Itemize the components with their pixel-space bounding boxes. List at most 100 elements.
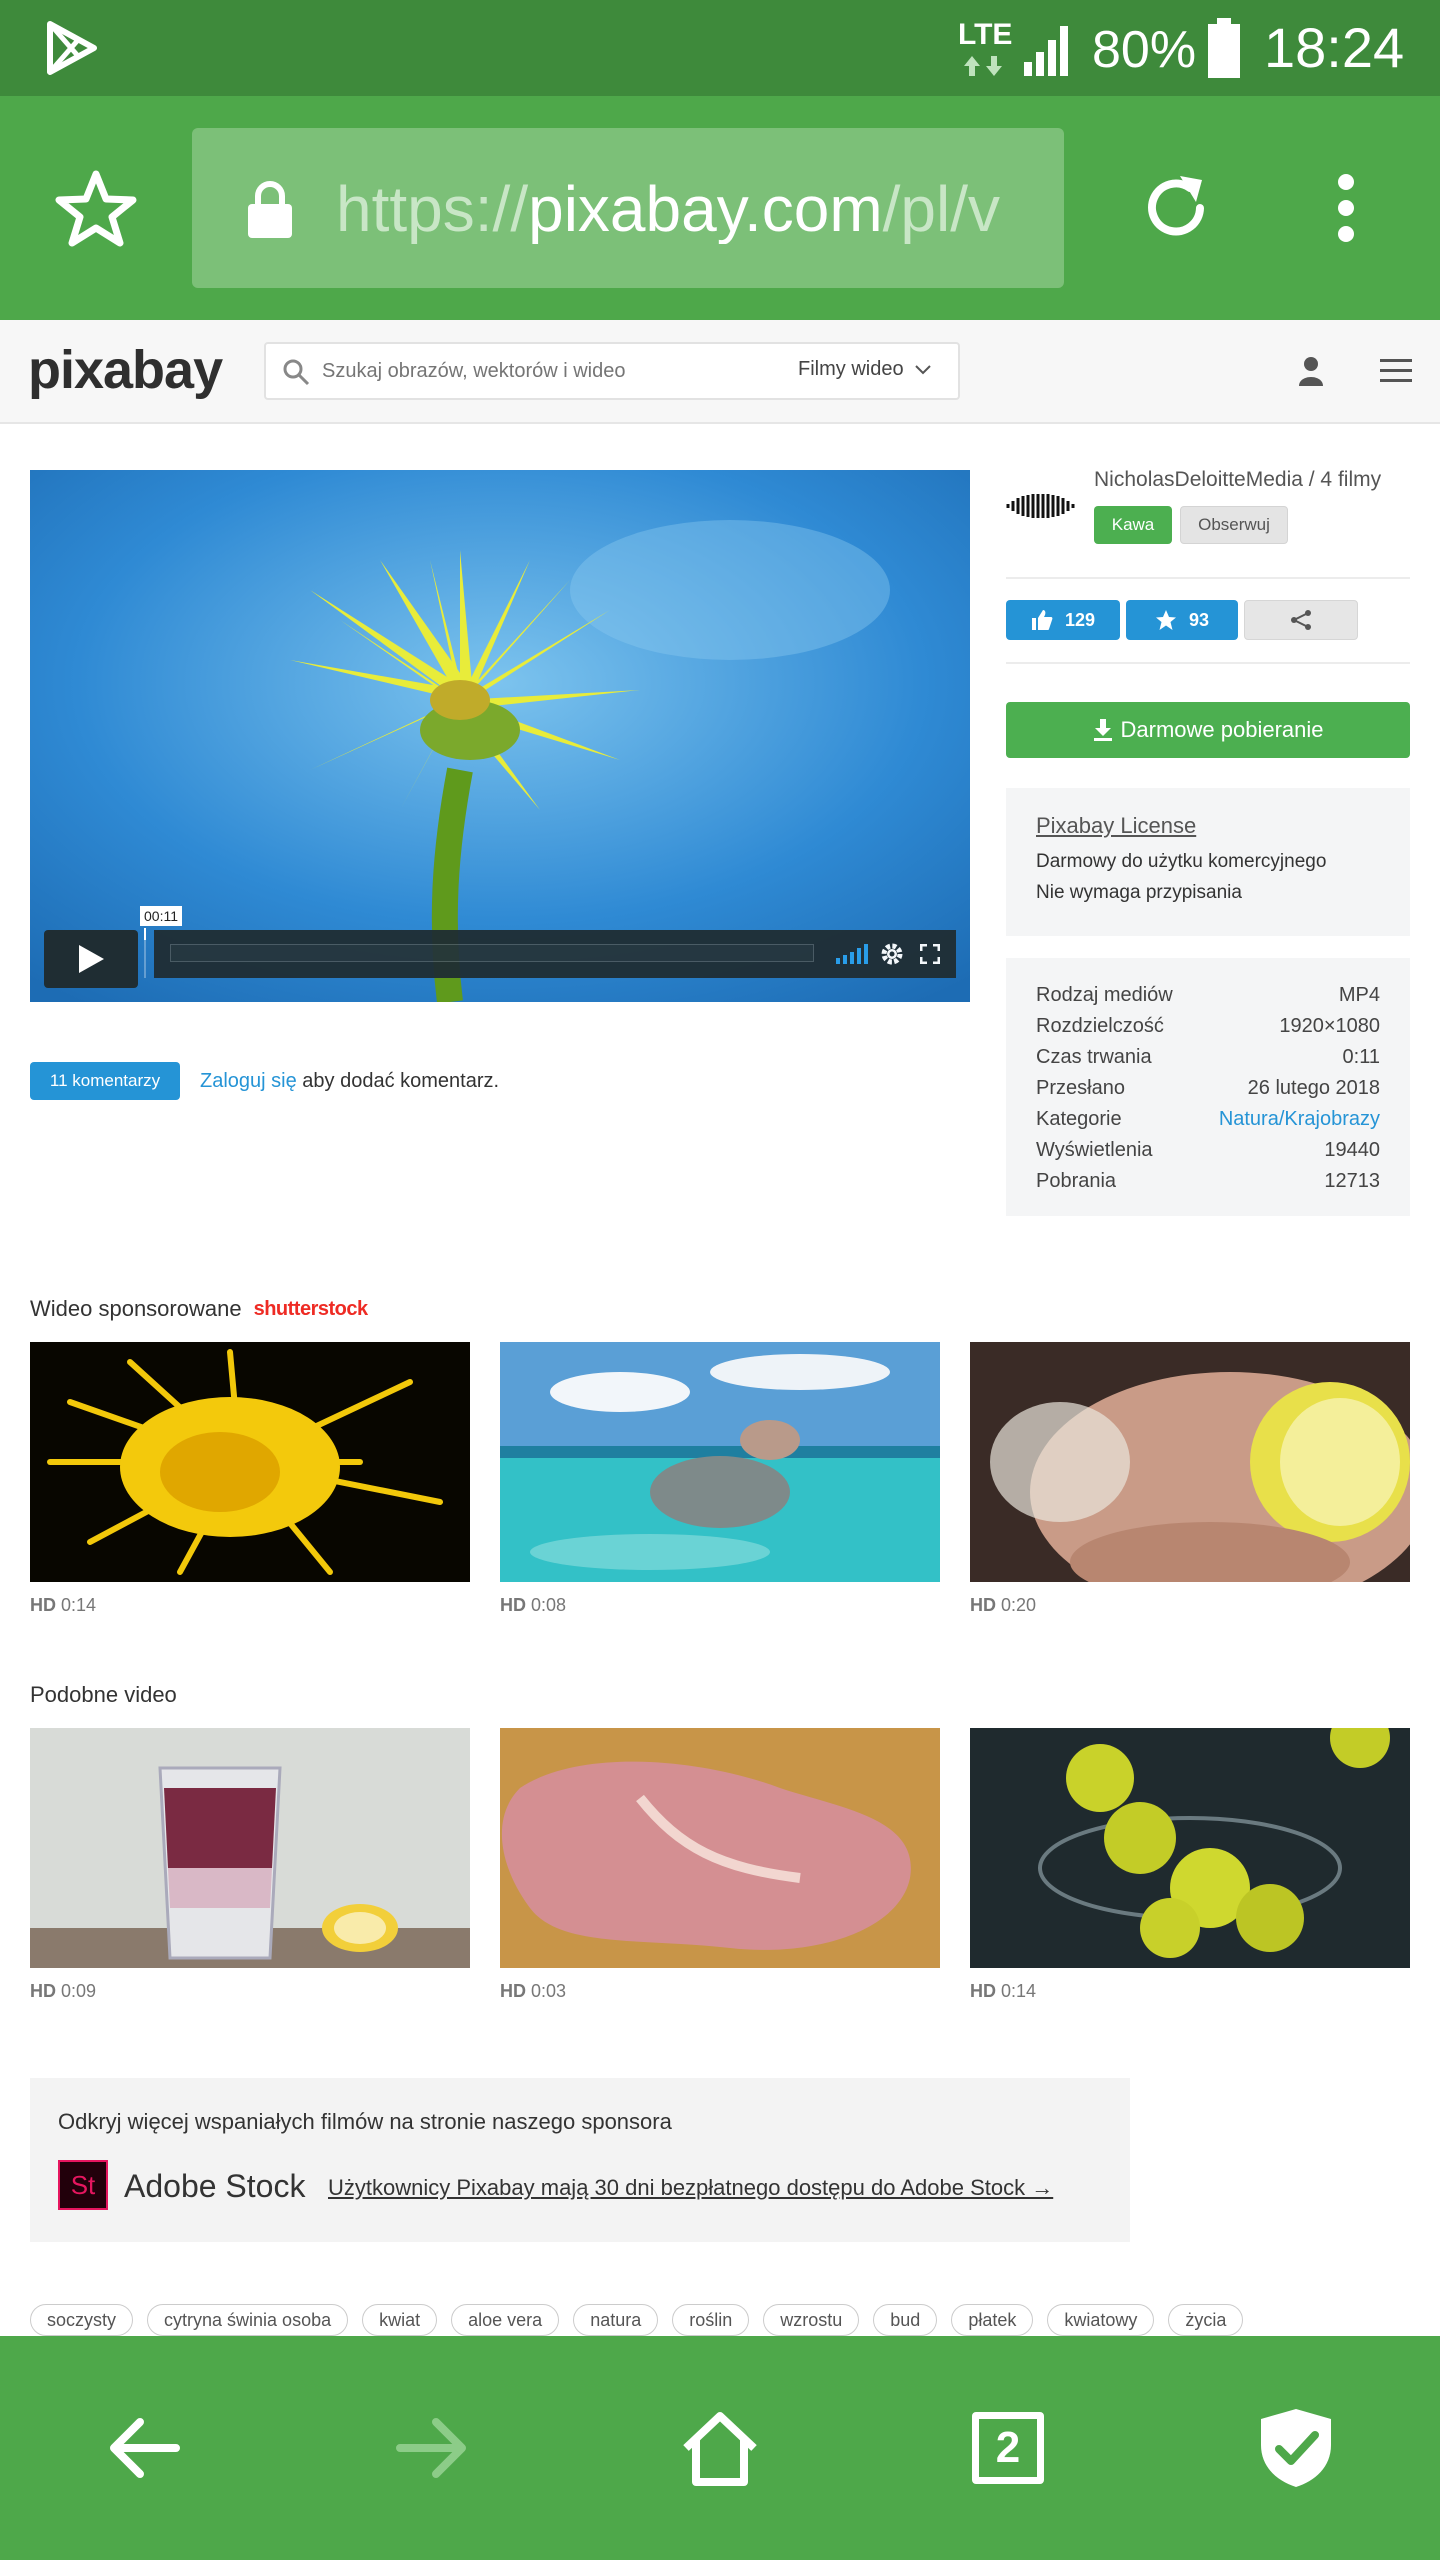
settings-gear-icon[interactable] (880, 942, 904, 966)
author-avatar[interactable] (1004, 490, 1078, 522)
lock-icon (248, 181, 292, 238)
license-title[interactable]: Pixabay License (1036, 812, 1380, 840)
share-button[interactable] (1244, 600, 1358, 640)
info-label: Przesłano (1036, 1077, 1125, 1099)
category-link[interactable]: Natura/Krajobrazy (1219, 1108, 1380, 1131)
tag[interactable]: płatek (951, 2304, 1034, 2336)
quality-badge: HD (970, 1595, 996, 1615)
tag[interactable]: soczysty (30, 2304, 134, 2336)
tabs-button[interactable]: 2 (908, 2336, 1108, 2560)
like-button[interactable]: 129 (1006, 600, 1120, 640)
tag-list: soczysty cytryna świnia osoba kwiat aloe… (30, 2304, 1440, 2338)
tag[interactable]: cytryna świnia osoba (147, 2304, 349, 2336)
home-button[interactable] (620, 2336, 820, 2560)
follow-button[interactable]: Obserwuj (1180, 506, 1288, 544)
info-value: MP4 (1338, 984, 1380, 1006)
sponsored-title: Wideo sponsorowane (30, 1296, 242, 1321)
tag[interactable]: aloe vera (451, 2304, 560, 2336)
video-meta: HD 0:03 (500, 1981, 940, 2002)
similar-video-2[interactable]: HD 0:03 (500, 1728, 940, 2002)
overflow-menu-icon[interactable] (1330, 172, 1362, 244)
free-download-button[interactable]: Darmowe pobieranie (1006, 702, 1410, 758)
user-icon[interactable] (1298, 356, 1324, 386)
reload-icon[interactable] (1140, 172, 1212, 244)
signal-icon (1024, 26, 1068, 76)
comments-count-button[interactable]: 11 komentarzy (30, 1062, 180, 1100)
favorite-button[interactable]: 93 (1126, 600, 1238, 640)
video-duration: 0:14 (61, 1595, 97, 1615)
video-thumbnail (970, 1342, 1430, 1612)
data-arrows-icon (964, 56, 1002, 76)
favorites-count: 93 (1188, 609, 1210, 630)
tag[interactable]: kwiatowy (1047, 2304, 1155, 2336)
share-icon (1291, 610, 1311, 630)
play-button[interactable] (44, 930, 138, 988)
video-meta: HD 0:14 (970, 1981, 1410, 2002)
tag[interactable]: roślin (672, 2304, 750, 2336)
shutterstock-logo[interactable]: shutterstock (254, 1294, 369, 1324)
info-row-category: Kategorie Natura/Krajobrazy (1036, 1104, 1380, 1135)
home-icon (683, 2412, 757, 2486)
hamburger-menu-icon[interactable] (1380, 358, 1412, 384)
similar-video-3[interactable]: HD 0:14 (970, 1708, 1410, 2002)
forward-button[interactable] (332, 2336, 532, 2560)
quality-badge: HD (500, 1981, 526, 2001)
video-player[interactable]: 00:11 (30, 470, 970, 1002)
tag[interactable]: wzrostu (763, 2304, 860, 2336)
video-meta: HD 0:20 (970, 1595, 1410, 1616)
sponsored-video-2[interactable]: HD 0:08 (500, 1342, 940, 1616)
author-name[interactable]: NicholasDeloitteMedia / 4 filmy (1094, 466, 1381, 494)
forward-arrow-icon (396, 2418, 466, 2478)
quality-badge: HD (30, 1981, 56, 2001)
volume-icon[interactable] (836, 942, 872, 964)
video-thumbnail (970, 1708, 1410, 1968)
time-tooltip: 00:11 (140, 906, 182, 926)
download-label: Darmowe pobieranie (1120, 717, 1324, 742)
star-icon (1155, 610, 1176, 630)
url-scheme: https:// (336, 174, 529, 244)
video-duration: 0:20 (1001, 1595, 1037, 1615)
info-row-views: Wyświetlenia 19440 (1036, 1135, 1380, 1166)
tag[interactable]: natura (573, 2304, 659, 2336)
info-value: 19440 (1324, 1139, 1380, 1161)
seek-bar[interactable] (170, 944, 814, 962)
video-controls (154, 930, 956, 978)
tab-count: 2 (972, 2412, 1044, 2484)
pixabay-logo[interactable]: pixabay (28, 340, 223, 400)
video-duration: 0:09 (61, 1981, 97, 2001)
fullscreen-icon[interactable] (920, 944, 940, 964)
clock: 18:24 (1264, 16, 1405, 79)
playhead-line (144, 930, 146, 978)
back-arrow-icon (110, 2418, 180, 2478)
url-field[interactable]: https://pixabay.com/pl/v (192, 128, 1064, 288)
network-type: LTE (958, 18, 1013, 51)
play-icon (79, 945, 104, 973)
tag[interactable]: kwiat (362, 2304, 438, 2336)
tag[interactable]: życia (1168, 2304, 1244, 2336)
similar-video-1[interactable]: HD 0:09 (30, 1728, 470, 2002)
sponsored-video-3[interactable]: HD 0:20 (970, 1342, 1430, 1616)
info-row-resolution: Rozdzielczość 1920×1080 (1036, 1011, 1380, 1042)
login-link[interactable]: Zaloguj się (200, 1070, 297, 1092)
search-icon (283, 359, 310, 386)
security-shield-button[interactable] (1196, 2336, 1396, 2560)
tag[interactable]: bud (873, 2304, 938, 2336)
search-input[interactable] (322, 352, 762, 390)
search-type-label: Filmy wideo (798, 358, 904, 380)
search-bar[interactable]: Filmy wideo (264, 342, 960, 400)
info-label: Pobrania (1036, 1170, 1117, 1192)
shield-check-icon (1261, 2409, 1331, 2487)
browser-bottom-nav: 2 (0, 2336, 1440, 2560)
info-row-duration: Czas trwania 0:11 (1036, 1042, 1380, 1073)
back-button[interactable] (44, 2336, 244, 2560)
search-type-select[interactable]: Filmy wideo (798, 358, 932, 381)
adobe-stock-offer-link[interactable]: Użytkownicy Pixabay mają 30 dni bezpłatn… (328, 2174, 1053, 2202)
sponsored-video-1[interactable]: HD 0:14 (30, 1342, 470, 1616)
bookmark-star-icon[interactable] (54, 168, 138, 248)
info-label: Wyświetlenia (1036, 1139, 1153, 1161)
coffee-button[interactable]: Kawa (1094, 506, 1172, 544)
video-duration: 0:03 (531, 1981, 567, 2001)
info-value: 0:11 (1342, 1046, 1380, 1068)
url-host: pixabay.com (528, 174, 883, 244)
video-thumbnail (500, 1728, 940, 1968)
